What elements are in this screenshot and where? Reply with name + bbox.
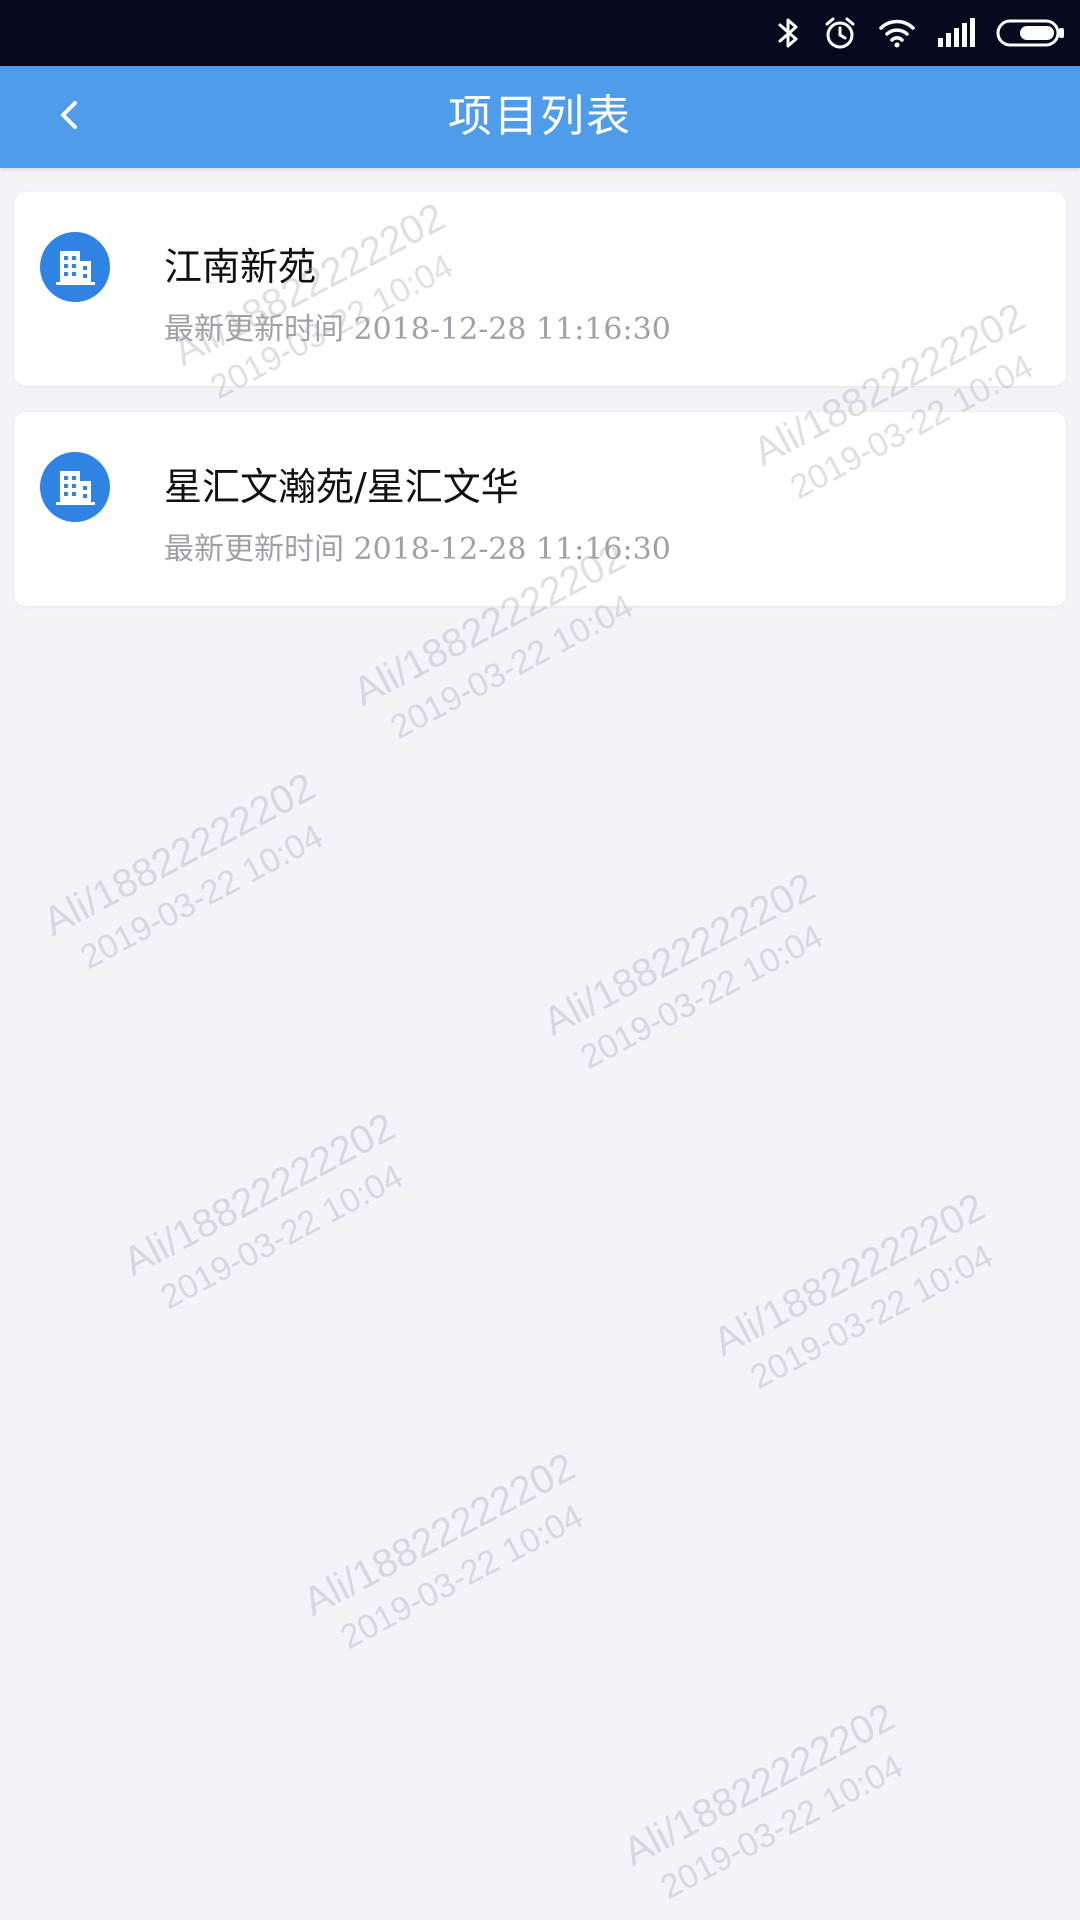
project-list: 江南新苑 最新更新时间 2018-12-28 11:16:30 星汇文瀚苑/星汇… bbox=[0, 168, 1080, 1920]
bluetooth-icon bbox=[776, 15, 802, 51]
screen: 项目列表 江南新苑 最新更新时间 2018-12-28 11:16:30 星汇文… bbox=[0, 0, 1080, 1920]
update-time-label: 最新更新时间 bbox=[164, 532, 344, 567]
signal-icon bbox=[936, 18, 976, 48]
project-card[interactable]: 星汇文瀚苑/星汇文华 最新更新时间 2018-12-28 11:16:30 bbox=[14, 412, 1066, 606]
project-update-time: 最新更新时间 2018-12-28 11:16:30 bbox=[164, 524, 671, 568]
battery-icon bbox=[996, 17, 1066, 49]
app-header: 项目列表 bbox=[0, 66, 1080, 168]
update-time-value: 2018-12-28 11:16:30 bbox=[353, 312, 671, 347]
update-time-value: 2018-12-28 11:16:30 bbox=[353, 532, 671, 567]
wifi-icon bbox=[878, 17, 916, 49]
update-time-label: 最新更新时间 bbox=[164, 312, 344, 347]
page-title: 项目列表 bbox=[448, 91, 632, 142]
project-name: 星汇文瀚苑/星汇文华 bbox=[164, 465, 519, 509]
status-bar bbox=[0, 0, 1080, 66]
status-icons bbox=[776, 10, 1066, 56]
project-update-time: 最新更新时间 2018-12-28 11:16:30 bbox=[164, 304, 671, 348]
project-name: 江南新苑 bbox=[164, 245, 317, 289]
building-icon bbox=[40, 232, 110, 302]
alarm-icon bbox=[822, 15, 858, 51]
building-icon bbox=[40, 452, 110, 522]
project-card[interactable]: 江南新苑 最新更新时间 2018-12-28 11:16:30 bbox=[14, 192, 1066, 386]
